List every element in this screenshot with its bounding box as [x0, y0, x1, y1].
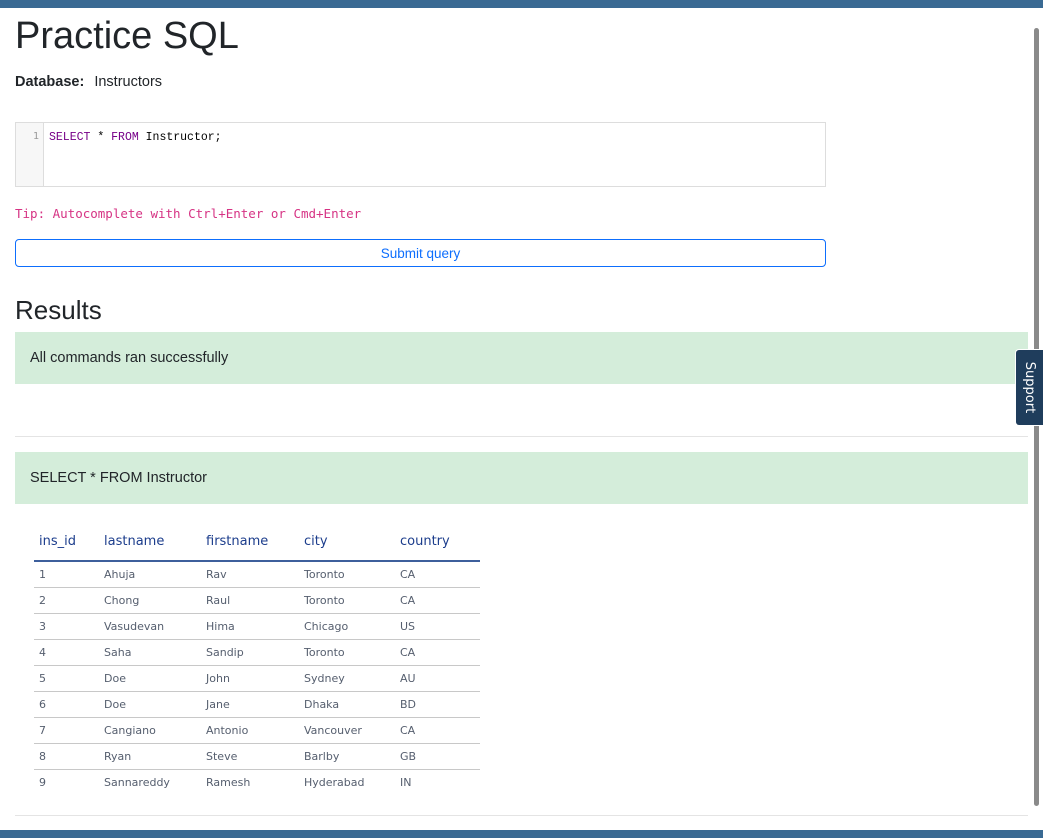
cell-firstname: Raul	[206, 587, 304, 614]
cell-ins-id: 5	[34, 665, 104, 692]
cell-firstname: Rav	[206, 561, 304, 588]
code-table-name: Instructor;	[138, 131, 222, 144]
column-header-ins-id: ins_id	[34, 526, 104, 562]
cell-city: Dhaka	[304, 691, 400, 718]
table-row: 2 Chong Raul Toronto CA	[34, 587, 480, 614]
page-title: Practice SQL	[15, 15, 239, 57]
results-divider	[15, 436, 1028, 437]
support-tab-label: Support	[1022, 361, 1038, 414]
bottom-accent-bar	[0, 830, 1043, 838]
cell-ins-id: 1	[34, 561, 104, 588]
database-line: Database: Instructors	[15, 73, 162, 91]
autocomplete-tip: Tip: Autocomplete with Ctrl+Enter or Cmd…	[15, 206, 362, 221]
cell-city: Sydney	[304, 665, 400, 692]
table-row: 7 Cangiano Antonio Vancouver CA	[34, 717, 480, 744]
cell-country: IN	[400, 775, 412, 789]
submit-query-button[interactable]: Submit query	[15, 239, 826, 267]
cell-country: US	[400, 613, 480, 640]
table-row: 1 Ahuja Rav Toronto CA	[34, 561, 480, 588]
results-title: Results	[15, 295, 102, 325]
code-star: *	[90, 131, 112, 144]
table-header-row: ins_id lastname firstname city country	[34, 526, 480, 562]
cell-firstname: Steve	[206, 743, 304, 770]
cell-country: CA	[400, 587, 480, 614]
cell-firstname: Jane	[206, 691, 304, 718]
cell-lastname: Doe	[104, 691, 206, 718]
cell-ins-id: 7	[34, 717, 104, 744]
cell-firstname: Antonio	[206, 717, 304, 744]
cell-ins-id: 2	[34, 587, 104, 614]
cell-ins-id: 8	[34, 743, 104, 770]
cell-city: Toronto	[304, 587, 400, 614]
cell-lastname: Cangiano	[104, 717, 206, 744]
database-label: Database:	[15, 74, 85, 90]
cell-country: CA	[400, 717, 480, 744]
cell-city: Barlby	[304, 743, 400, 770]
column-header-lastname: lastname	[104, 526, 206, 562]
cell-country: AU	[400, 665, 480, 692]
cell-lastname: Ryan	[104, 743, 206, 770]
cell-lastname: Chong	[104, 587, 206, 614]
cell-country: GB	[400, 743, 480, 770]
results-table: ins_id lastname firstname city country 1…	[34, 526, 480, 795]
column-header-city: city	[304, 526, 400, 562]
sql-editor[interactable]: 1 SELECT * FROM Instructor;	[15, 122, 826, 187]
cell-city: Toronto	[304, 561, 400, 588]
cell-country: CA	[400, 561, 480, 588]
editor-line-number: 1	[32, 131, 39, 142]
column-header-firstname: firstname	[206, 526, 304, 562]
cell-ins-id: 9	[39, 775, 46, 789]
editor-code-line[interactable]: SELECT * FROM Instructor;	[49, 131, 222, 145]
success-alert: All commands ran successfully	[15, 332, 1028, 384]
support-tab[interactable]: Support	[1015, 349, 1043, 426]
cell-lastname: Sannareddy	[104, 775, 170, 789]
cell-ins-id: 3	[34, 613, 104, 640]
cell-lastname: Doe	[104, 665, 206, 692]
code-keyword-select: SELECT	[49, 131, 91, 144]
table-row: 3 Vasudevan Hima Chicago US	[34, 613, 480, 640]
top-accent-bar	[0, 0, 1043, 8]
query-label-alert: SELECT * FROM Instructor	[15, 452, 1028, 504]
cell-firstname: Sandip	[206, 639, 304, 666]
cell-lastname: Ahuja	[104, 561, 206, 588]
cell-city: Chicago	[304, 613, 400, 640]
cell-firstname: John	[206, 665, 304, 692]
table-row: 8 Ryan Steve Barlby GB	[34, 743, 480, 770]
code-keyword-from: FROM	[111, 131, 139, 144]
cell-firstname: Hima	[206, 613, 304, 640]
column-header-country: country	[400, 526, 480, 562]
cell-ins-id: 6	[34, 691, 104, 718]
cell-country: CA	[400, 639, 480, 666]
cell-lastname: Vasudevan	[104, 613, 206, 640]
table-row: 9 Sannareddy Ramesh Hyderabad IN	[34, 769, 480, 795]
table-row: 5 Doe John Sydney AU	[34, 665, 480, 692]
cell-lastname: Saha	[104, 639, 206, 666]
cell-city: Toronto	[304, 639, 400, 666]
cell-city: Hyderabad	[304, 775, 365, 789]
cell-country: BD	[400, 691, 480, 718]
database-name: Instructors	[94, 74, 163, 90]
bottom-divider	[15, 815, 1028, 816]
table-row: 4 Saha Sandip Toronto CA	[34, 639, 480, 666]
cell-firstname: Ramesh	[206, 775, 251, 789]
cell-city: Vancouver	[304, 717, 400, 744]
table-row: 6 Doe Jane Dhaka BD	[34, 691, 480, 718]
editor-gutter: 1	[16, 123, 44, 186]
cell-ins-id: 4	[34, 639, 104, 666]
